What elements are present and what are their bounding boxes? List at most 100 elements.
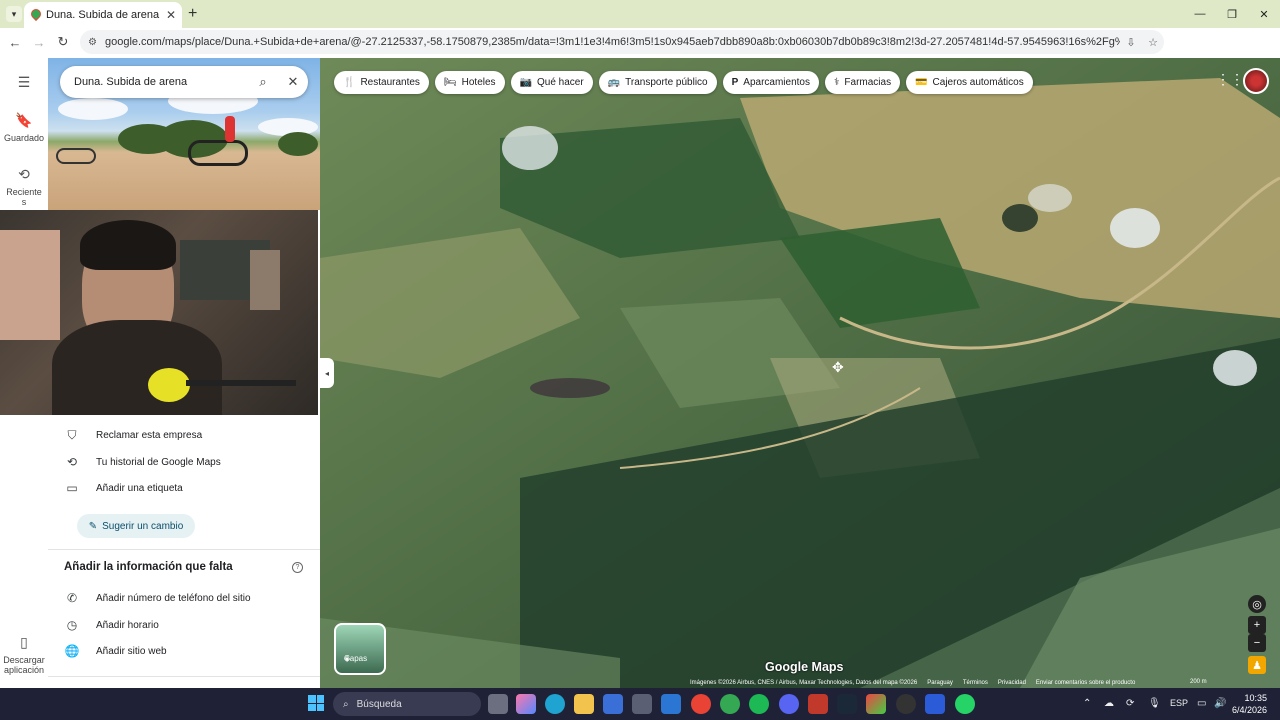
close-tab-icon[interactable]: ✕: [166, 8, 176, 22]
vscode-icon[interactable]: [925, 694, 945, 714]
whatsapp-icon[interactable]: [955, 694, 975, 714]
privacy-link[interactable]: Privacidad: [998, 680, 1026, 688]
zoom-out-button[interactable]: −: [1248, 634, 1266, 652]
obs-icon[interactable]: [896, 694, 916, 714]
account-avatar[interactable]: [1243, 68, 1269, 94]
chip-label: Hoteles: [461, 77, 496, 88]
taskbar-search[interactable]: ⌕ Búsqueda: [333, 692, 481, 716]
street-view-pegman-icon[interactable]: ♟: [1248, 656, 1266, 674]
add-hours-row[interactable]: ◷ Añadir horario: [48, 612, 320, 638]
feedback-link[interactable]: Enviar comentarios sobre el producto: [1036, 680, 1135, 688]
parking-icon: P: [731, 77, 739, 88]
terms-link[interactable]: Términos: [963, 680, 988, 688]
claim-business-label: Reclamar esta empresa: [96, 429, 203, 441]
zoom-in-button[interactable]: +: [1248, 616, 1266, 634]
spotify-icon[interactable]: [749, 694, 769, 714]
add-phone-row[interactable]: ✆ Añadir número de teléfono del sitio: [48, 585, 320, 611]
close-icon[interactable]: ✕: [278, 74, 308, 90]
google-maps-logo: Google Maps: [765, 660, 844, 674]
chip-label: Aparcamientos: [743, 77, 810, 88]
saved-label: Guardado: [3, 133, 45, 143]
taskbar-clock[interactable]: 10:35 6/4/2026: [1232, 692, 1267, 716]
netflix-icon[interactable]: [808, 694, 828, 714]
install-app-icon[interactable]: ⇩: [1120, 36, 1142, 49]
file-explorer-icon[interactable]: [574, 694, 594, 714]
chip-restaurants[interactable]: 🍴 Restaurantes: [334, 71, 429, 94]
bookmark-icon: 🔖: [15, 112, 33, 128]
search-input[interactable]: Duna. Subida de arena: [74, 76, 248, 88]
start-button[interactable]: [308, 695, 324, 711]
task-view-icon[interactable]: [488, 694, 508, 714]
chip-pharmacies[interactable]: ⚕ Farmacias: [824, 71, 901, 94]
my-location-button[interactable]: ◎: [1248, 595, 1266, 613]
layers-button[interactable]: ◈ Capas: [334, 623, 386, 675]
steam-icon[interactable]: [837, 694, 857, 714]
browser-toolbar: ← → ↻ ⚙ google.com/maps/place/Duna.+Subi…: [0, 28, 1280, 77]
tray-chevron-icon[interactable]: ⌃: [1083, 698, 1091, 709]
suggest-edit-button[interactable]: ✎ Sugerir un cambio: [77, 514, 195, 538]
country-label: Paraguay: [927, 680, 953, 686]
display-icon[interactable]: ▭: [1197, 698, 1206, 709]
close-window-button[interactable]: ✕: [1248, 0, 1280, 28]
shield-check-icon: ⛉: [67, 427, 77, 442]
address-bar[interactable]: ⚙ google.com/maps/place/Duna.+Subida+de+…: [80, 30, 1164, 54]
chip-atms[interactable]: 💳 Cajeros automáticos: [906, 71, 1033, 94]
phone-icon: ▯: [20, 634, 28, 650]
maps-favicon-icon: [30, 9, 40, 21]
search-icon[interactable]: ⌕: [248, 74, 278, 90]
chrome-profile-icon[interactable]: [720, 694, 740, 714]
saved-button[interactable]: 🔖 Guardado: [0, 112, 48, 143]
maximize-button[interactable]: ❐: [1216, 0, 1248, 28]
minimize-button[interactable]: —: [1184, 0, 1216, 28]
satellite-map[interactable]: [320, 58, 1280, 688]
reload-button[interactable]: ↻: [52, 31, 74, 53]
recent-button[interactable]: ⟲ Reciente s: [0, 166, 48, 207]
search-box[interactable]: Duna. Subida de arena ⌕ ✕: [60, 66, 308, 98]
bookmark-star-icon[interactable]: ☆: [1142, 36, 1164, 49]
tab-search-button[interactable]: ▾: [6, 6, 22, 22]
microphone-icon[interactable]: 🎙: [1148, 698, 1161, 709]
back-button[interactable]: ←: [4, 31, 26, 53]
taskbar-search-label: Búsqueda: [356, 698, 402, 710]
category-chips: 🍴 Restaurantes 🛏 Hoteles 📷 Qué hacer 🚌 Trans…: [334, 71, 1033, 94]
add-label-row[interactable]: ▭ Añadir una etiqueta: [48, 475, 320, 501]
help-icon[interactable]: ?: [292, 562, 303, 573]
chip-hotels[interactable]: 🛏 Hoteles: [434, 71, 505, 94]
onedrive-icon[interactable]: ☁: [1104, 698, 1114, 709]
language-indicator[interactable]: ESP: [1170, 698, 1188, 708]
add-label-label: Añadir una etiqueta: [96, 482, 183, 494]
collapse-panel-button[interactable]: ◂: [320, 358, 334, 388]
bus-icon: 🚌: [607, 77, 621, 88]
chip-transit[interactable]: 🚌 Transporte público: [598, 71, 717, 94]
edge-icon[interactable]: [545, 694, 565, 714]
globe-icon: 🌐: [64, 644, 80, 658]
chip-things-to-do[interactable]: 📷 Qué hacer: [510, 71, 593, 94]
chip-label: Farmacias: [844, 77, 892, 88]
outlook-icon[interactable]: [661, 694, 681, 714]
chrome-icon[interactable]: [691, 694, 711, 714]
app-icon[interactable]: [866, 694, 886, 714]
download-app-button[interactable]: ▯ Descargar aplicación: [0, 634, 48, 675]
site-info-icon[interactable]: ⚙: [88, 37, 97, 48]
forward-button[interactable]: →: [28, 31, 50, 53]
layers-label: Capas: [344, 654, 368, 663]
discord-icon[interactable]: [779, 694, 799, 714]
tab-title: Duna. Subida de arena - Googl: [46, 9, 162, 21]
store-icon[interactable]: [632, 694, 652, 714]
scale-bar[interactable]: 200 m: [1190, 679, 1207, 685]
volume-icon[interactable]: 🔊: [1214, 698, 1226, 709]
maps-history-row[interactable]: ⟲ Tu historial de Google Maps: [48, 449, 320, 475]
menu-icon[interactable]: ☰: [0, 74, 48, 95]
browser-tab[interactable]: Duna. Subida de arena - Googl ✕: [24, 2, 182, 28]
calculator-icon[interactable]: [603, 694, 623, 714]
claim-business-row[interactable]: ⛉ Reclamar esta empresa: [48, 422, 320, 448]
app-label: aplicación: [3, 665, 45, 675]
chip-parking[interactable]: P Aparcamientos: [722, 71, 819, 94]
copilot-icon[interactable]: [516, 694, 536, 714]
history-icon: ⟲: [66, 455, 78, 469]
clock-date: 6/4/2026: [1232, 705, 1268, 715]
sync-icon[interactable]: ⟳: [1126, 698, 1134, 709]
add-hours-label: Añadir horario: [96, 619, 159, 631]
add-website-row[interactable]: 🌐 Añadir sitio web: [48, 638, 320, 664]
new-tab-button[interactable]: +: [188, 5, 197, 23]
